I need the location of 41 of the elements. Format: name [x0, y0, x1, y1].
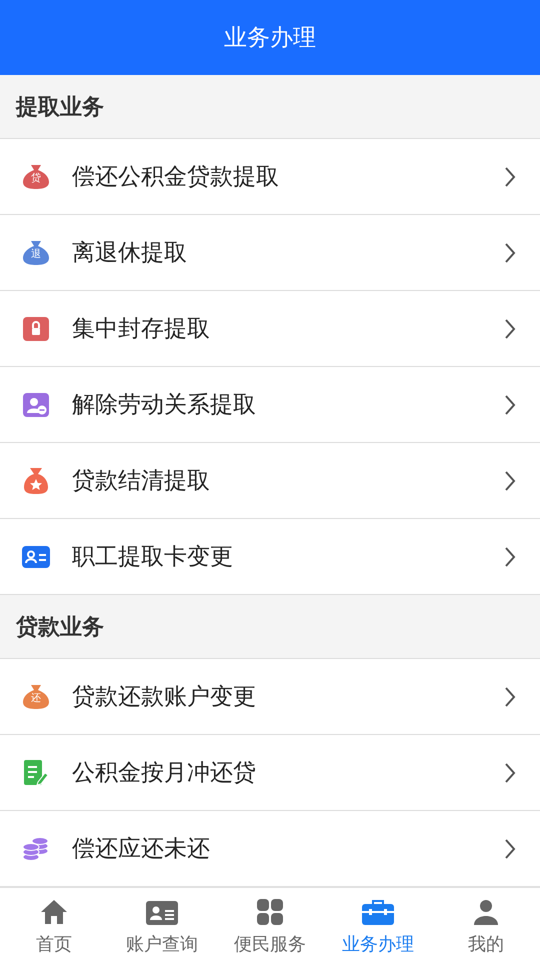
- id-card-icon: [146, 901, 178, 925]
- chevron-right-icon: [504, 318, 516, 340]
- item-label: 贷款还款账户变更: [72, 683, 257, 712]
- list-item[interactable]: 还 贷款还款账户变更: [0, 659, 540, 735]
- chevron-right-icon: [504, 470, 516, 492]
- home-icon: [40, 899, 68, 925]
- list-item[interactable]: 贷 偿还公积金贷款提取: [0, 139, 540, 215]
- item-label: 职工提取卡变更: [72, 543, 234, 572]
- chevron-right-icon: [504, 546, 516, 568]
- item-label: 偿还应还未还: [72, 835, 211, 864]
- bag-label: 贷: [30, 172, 42, 184]
- item-label: 贷款结清提取: [72, 467, 211, 496]
- chevron-right-icon: [504, 242, 516, 264]
- person-icon: [473, 899, 499, 925]
- item-label: 解除劳动关系提取: [72, 391, 257, 420]
- tab-item[interactable]: 账户查询: [108, 888, 216, 960]
- chevron-right-icon: [504, 686, 516, 708]
- chevron-right-icon: [504, 762, 516, 784]
- tab-item[interactable]: 便民服务: [216, 888, 324, 960]
- chevron-right-icon: [504, 838, 516, 860]
- list-item[interactable]: 贷款结清提取: [0, 443, 540, 519]
- item-label: 离退休提取: [72, 239, 188, 268]
- chevron-right-icon: [504, 394, 516, 416]
- item-label: 偿还公积金贷款提取: [72, 163, 280, 192]
- list-item[interactable]: 公积金按月冲还贷: [0, 735, 540, 811]
- bag-label: 还: [30, 692, 42, 704]
- list-item[interactable]: 退 离退休提取: [0, 215, 540, 291]
- bag-label: 退: [30, 248, 42, 260]
- grid-icon: [257, 899, 283, 925]
- page-title: 业务办理: [224, 24, 316, 53]
- section-title: 提取业务: [16, 94, 104, 122]
- list-item[interactable]: 集中封存提取: [0, 291, 540, 367]
- chevron-right-icon: [504, 166, 516, 188]
- list-item[interactable]: 解除劳动关系提取: [0, 367, 540, 443]
- tab-item[interactable]: 我的: [432, 888, 540, 960]
- tab-item[interactable]: 业务办理: [324, 888, 432, 960]
- item-label: 集中封存提取: [72, 315, 211, 344]
- item-label: 公积金按月冲还贷: [72, 759, 257, 788]
- briefcase-icon: [362, 899, 394, 925]
- tab-item[interactable]: 首页: [0, 888, 108, 960]
- section-title: 贷款业务: [16, 614, 104, 642]
